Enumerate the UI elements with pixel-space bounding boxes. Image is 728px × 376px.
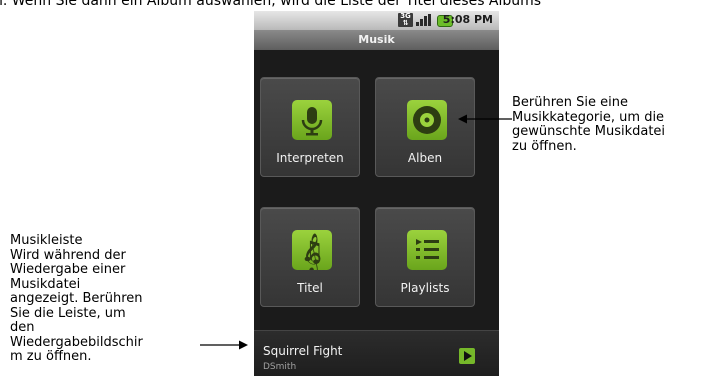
tile-titel[interactable]: 𝄞 ♫ Titel [260, 207, 360, 307]
callout-line: m zu öffnen. [10, 349, 92, 364]
status-bar: 3G ⇅ 5:08 PM [254, 11, 499, 30]
tile-playlists[interactable]: Playlists [375, 207, 475, 307]
callout-line: den [10, 320, 35, 335]
svg-text:♫: ♫ [299, 235, 324, 268]
microphone-icon [292, 100, 332, 140]
status-time: 5:08 PM [442, 13, 493, 26]
callout-line: Wird während der [10, 247, 126, 263]
playlist-icon [407, 230, 447, 270]
arrow-right-callout [458, 114, 512, 124]
arrow-left-callout [200, 340, 248, 350]
artist-name: DSmith [263, 362, 297, 372]
play-icon[interactable] [459, 348, 475, 364]
music-bar[interactable]: Squirrel Fight DSmith [254, 330, 499, 376]
callout-left: Musikleiste Wird während der Wiedergabe … [10, 233, 143, 365]
tile-alben[interactable]: Alben [375, 77, 475, 177]
top-caption-text: n. Wenn Sie dann ein Album auswählen, wi… [0, 0, 542, 9]
tile-interpreten[interactable]: Interpreten [260, 77, 360, 177]
callout-line: Sie die Leiste, um [10, 305, 126, 321]
treble-clef-icon: 𝄞 ♫ [292, 230, 332, 270]
disc-icon [407, 100, 447, 140]
song-title: Squirrel Fight [263, 344, 343, 358]
callout-line: Berühren Sie eine [512, 95, 629, 110]
tile-label: Interpreten [276, 151, 344, 165]
phone-screen: 3G ⇅ 5:08 PM Musik Interpreten Alben 𝄞 ♫… [254, 11, 499, 376]
callout-line: gewünschte Musikdatei [512, 124, 666, 139]
callout-line: zu öffnen. [512, 138, 577, 154]
callout-line: Musikleiste [10, 233, 83, 248]
callout-line: Wiedergabebildschir [10, 334, 143, 350]
tile-label: Alben [407, 151, 443, 165]
callout-line: Wiedergabe einer [10, 262, 126, 277]
callout-line: Musikkategorie, um die [512, 109, 665, 125]
tile-label: Playlists [400, 281, 450, 295]
callout-line: angezeigt. Berühren [10, 291, 143, 306]
network-3g-icon: 3G ⇅ [398, 13, 413, 27]
callout-right: Berühren Sie eine Musikkategorie, um die… [512, 95, 666, 154]
signal-icon [416, 14, 432, 26]
app-title: Musik [254, 30, 499, 50]
tile-label: Titel [297, 281, 323, 295]
callout-line: Musikdatei [10, 276, 81, 292]
